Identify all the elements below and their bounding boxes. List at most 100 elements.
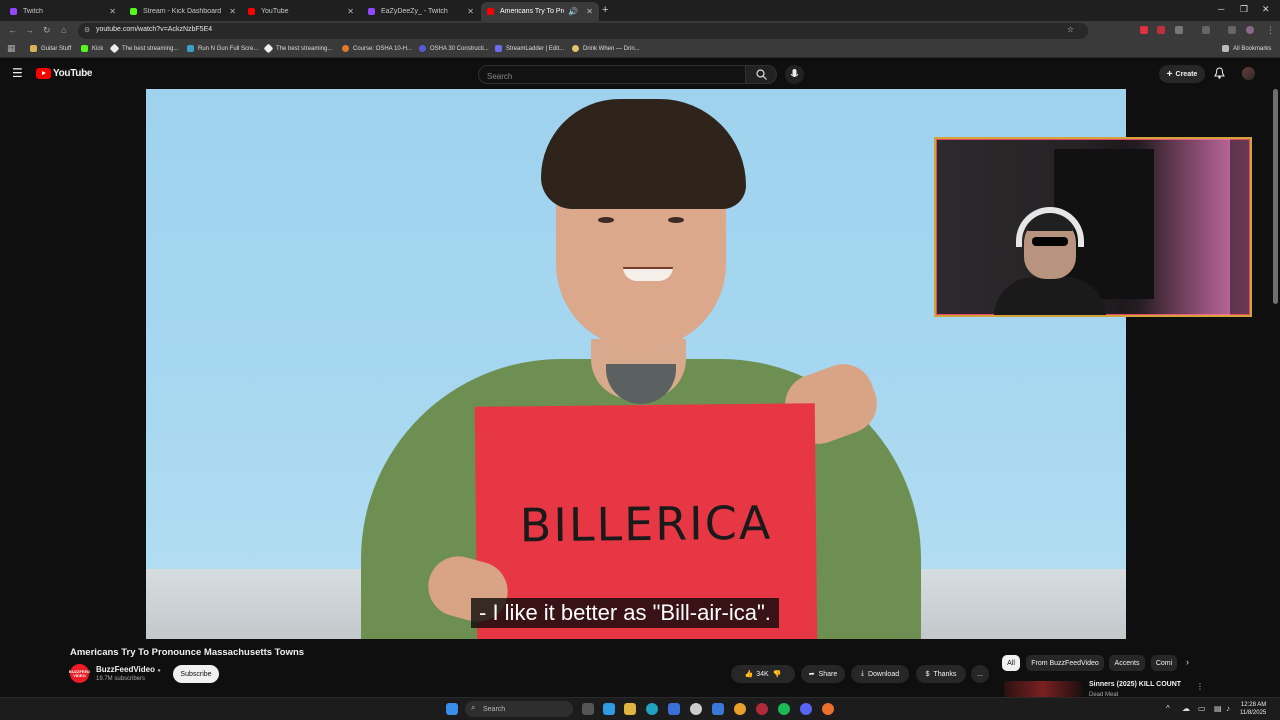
search-button[interactable] [745,65,777,84]
edge-icon[interactable] [646,703,658,715]
bookmark-item[interactable]: StreamLadder | Edit... [495,45,564,52]
apps-grid-icon[interactable]: ▦ [7,43,16,54]
new-tab-button[interactable]: + [602,4,608,16]
share-button[interactable]: ➦ Share [801,665,845,683]
task-view-icon[interactable] [582,703,594,715]
minimize-button[interactable]: ─ [1218,4,1224,14]
hamburger-menu-icon[interactable]: ☰ [12,66,23,80]
profile-icon[interactable] [1246,26,1254,34]
tab-kick[interactable]: Stream - Kick Dashboard ✕ [124,2,242,21]
battery-icon[interactable]: ▭ [1198,704,1206,713]
volume-icon[interactable]: ♪ [1226,704,1230,713]
close-icon[interactable]: ✕ [347,7,354,16]
discord-icon[interactable] [800,703,812,715]
bookmark-item[interactable]: The best streaming... [263,43,332,54]
youtube-icon [487,8,494,15]
close-window-button[interactable]: ✕ [1262,4,1270,15]
menu-kebab-icon[interactable]: ⋮ [1266,25,1275,36]
bookmark-label: The best streaming... [122,45,179,52]
bookmark-star-icon[interactable]: ☆ [1067,25,1074,34]
youtube-play-icon [36,68,51,79]
notifications-bell-icon[interactable] [1214,67,1225,79]
app-icon[interactable] [690,703,702,715]
bookmark-item[interactable]: Course: OSHA 10-H... [342,45,412,52]
tab-title: Americans Try To Pronounce [500,8,564,15]
speaker-icon[interactable]: 🔊 [568,7,578,16]
taskbar-search[interactable]: ⌕ Search [465,701,573,717]
extensions-puzzle-icon[interactable] [1175,26,1183,34]
bookmark-item[interactable]: Drink When — Drin... [572,45,640,52]
bookmark-label: Drink When — Drin... [583,45,640,52]
spotify-icon[interactable] [778,703,790,715]
recommendation-title[interactable]: Sinners (2025) KILL COUNT [1089,681,1181,688]
recommendation-menu-icon[interactable]: ⋮ [1196,682,1204,691]
chevron-right-icon[interactable]: › [1186,657,1189,667]
file-explorer-icon[interactable] [624,703,636,715]
store-icon[interactable] [668,703,680,715]
voice-search-button[interactable] [785,65,804,84]
chip-accents[interactable]: Accents [1109,655,1145,671]
person-eye [598,217,614,223]
obs-icon[interactable] [756,703,768,715]
copilot-icon[interactable] [603,703,615,715]
downloads-icon[interactable] [1228,26,1236,34]
network-icon[interactable]: ▤ [1214,704,1222,713]
chip-from-channel[interactable]: From BuzzFeedVideo [1026,655,1104,671]
bookmark-item[interactable]: Guitar Stuff [30,45,71,52]
tab-active-video[interactable]: Americans Try To Pronounce 🔊 ✕ [481,2,599,21]
reload-icon[interactable]: ↻ [43,25,51,36]
forward-icon[interactable]: → [25,25,34,35]
site-info-icon[interactable]: ⚙ [84,26,90,34]
tray-chevron-icon[interactable]: ^ [1166,704,1170,713]
share-label: Share [818,670,838,678]
cloud-icon[interactable]: ☁ [1182,704,1190,713]
youtube-logo[interactable]: YouTube [36,68,93,79]
channel-name[interactable]: BuzzFeedVideo ● [96,665,161,674]
subscribe-button[interactable]: Subscribe [173,665,219,683]
download-button[interactable]: ⤓ Download [851,665,909,683]
system-clock[interactable]: 12:28 AM 11/8/2025 [1240,701,1266,717]
bookmark-item[interactable]: The best streaming... [109,43,179,54]
extension-icon[interactable] [1140,26,1148,34]
create-button[interactable]: + Create [1159,65,1205,83]
bookmark-item[interactable]: Run N Gun Full Scre... [187,45,258,52]
maximize-button[interactable]: ❐ [1240,4,1248,15]
like-button[interactable]: 👍 34K [745,670,769,679]
windows-start-icon[interactable] [446,703,458,715]
globe-icon [187,45,194,52]
tab-title: YouTube [261,8,289,15]
thanks-button[interactable]: $ Thanks [916,665,966,683]
bookmark-item[interactable]: Kick [81,45,103,52]
mail-icon[interactable] [712,703,724,715]
sidepanel-icon[interactable] [1202,26,1210,34]
bookmark-item[interactable]: OSHA 30 Constructi... [419,45,489,52]
bookmark-label: Guitar Stuff [41,45,72,52]
app-icon[interactable] [822,703,834,715]
drink-icon [572,45,579,52]
all-bookmarks[interactable]: All Bookmarks [1222,45,1271,52]
page-scrollbar[interactable] [1273,89,1278,304]
chip-all[interactable]: All [1002,655,1020,671]
home-icon[interactable]: ⌂ [61,25,66,35]
back-icon[interactable]: ← [8,25,17,35]
close-icon[interactable]: ✕ [586,7,593,16]
address-bar-row: ← → ↻ ⌂ ⚙ youtube.com/watch?v=AckzNzbF5E… [0,21,1280,41]
recommendation-thumbnail[interactable] [1004,681,1082,697]
omnibox[interactable]: ⚙ youtube.com/watch?v=AckzNzbF5E4 ☆ [78,23,1088,39]
thumbs-down-icon: 👎 [772,671,782,678]
tab-youtube[interactable]: YouTube ✕ [242,2,360,21]
tab-twitch-channel[interactable]: EaZyDeeZy_ - Twitch ✕ [362,2,480,21]
more-actions-button[interactable]: ... [971,665,989,683]
close-icon[interactable]: ✕ [467,7,474,16]
account-avatar[interactable] [1242,67,1255,80]
chrome-icon[interactable] [734,703,746,715]
extension-icon[interactable] [1157,26,1165,34]
dislike-button[interactable]: 👎 [773,670,782,678]
bookmark-label: StreamLadder | Edit... [506,45,565,52]
search-input[interactable] [479,68,745,85]
chip-comedy[interactable]: Comi [1151,655,1177,671]
tab-twitch[interactable]: Twitch ✕ [4,2,122,21]
channel-avatar[interactable]: BUZZFEED VIDEO [69,664,90,683]
close-icon[interactable]: ✕ [229,7,236,16]
close-icon[interactable]: ✕ [109,7,116,16]
